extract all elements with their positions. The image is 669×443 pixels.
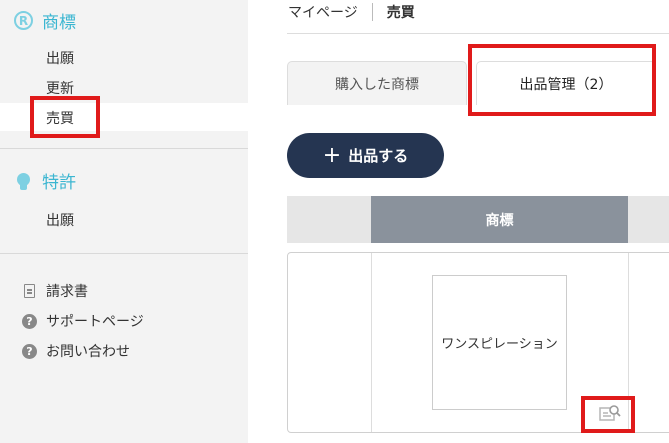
cell-divider: [371, 253, 372, 432]
tab-purchased[interactable]: 購入した商標: [287, 61, 467, 105]
sidebar-item-application[interactable]: 出願: [46, 48, 74, 68]
sidebar-item-label: 請求書: [46, 284, 88, 300]
sidebar-section-trademark[interactable]: R 商標: [14, 8, 76, 33]
trademark-image: ワンスピレーション: [432, 275, 567, 410]
sidebar-item-contact[interactable]: ? お問い合わせ: [22, 341, 130, 361]
list-button-label: 出品する: [348, 147, 409, 165]
lightbulb-icon: [14, 170, 33, 192]
sidebar: R 商標 出願 更新 売買 特許 出願 請求書 ? サポートページ ? お問い合…: [0, 0, 248, 443]
sidebar-item-support[interactable]: ? サポートページ: [22, 311, 144, 331]
table-header-cell: [628, 196, 669, 243]
sidebar-item-patent-application[interactable]: 出願: [46, 210, 74, 230]
sidebar-item-label: サポートページ: [46, 314, 144, 330]
breadcrumb-separator: [371, 3, 373, 21]
highlight-zoom: [581, 396, 635, 433]
help-icon: ?: [22, 313, 37, 329]
table-header-cell: [287, 196, 371, 243]
sidebar-item-label: お問い合わせ: [46, 344, 130, 360]
breadcrumb-home[interactable]: マイページ: [288, 2, 358, 22]
sidebar-section-label: 特許: [42, 173, 76, 193]
sidebar-section-label: 商標: [42, 13, 76, 33]
divider: [0, 253, 248, 254]
divider: [287, 33, 669, 34]
highlight-trade: [30, 96, 100, 138]
list-item-button[interactable]: + 出品する: [287, 133, 444, 178]
divider: [0, 148, 248, 149]
invoice-icon: [22, 284, 37, 299]
sidebar-item-invoice[interactable]: 請求書: [22, 281, 88, 301]
highlight-listings-tab: [468, 44, 656, 116]
registered-icon: R: [14, 11, 33, 30]
breadcrumb-current: 売買: [386, 5, 415, 21]
trademark-text: ワンスピレーション: [441, 337, 558, 352]
help-icon: ?: [22, 343, 37, 359]
plus-icon: +: [322, 142, 342, 168]
sidebar-item-renewal[interactable]: 更新: [46, 78, 74, 98]
table-header-mark: 商標: [371, 196, 628, 243]
sidebar-section-patent[interactable]: 特許: [14, 168, 76, 193]
breadcrumb: マイページ 売買: [288, 2, 415, 22]
